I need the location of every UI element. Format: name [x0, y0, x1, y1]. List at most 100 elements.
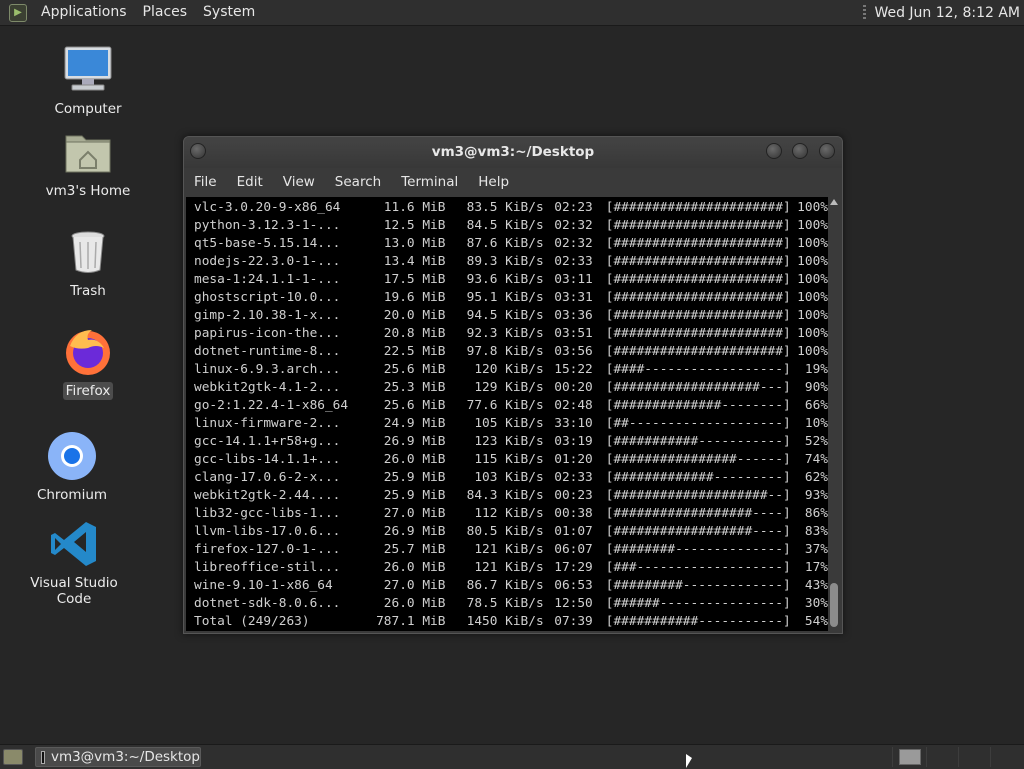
workspace-1-icon[interactable] — [899, 749, 921, 765]
eta: 03:56 — [554, 344, 593, 359]
workspace-cell[interactable] — [926, 747, 957, 767]
show-desktop-icon[interactable] — [3, 749, 23, 765]
package-name: nodejs-22.3.0-1-... — [194, 254, 341, 269]
progress-bar-text: [#########-------------] — [605, 578, 791, 593]
percent: 83% — [804, 524, 828, 539]
eta: 00:38 — [554, 506, 593, 521]
package-name: firefox-127.0-1-... — [194, 542, 341, 557]
package-size: 26.9 MiB — [383, 434, 446, 449]
computer-icon — [62, 44, 114, 96]
menu-system[interactable]: System — [195, 0, 263, 25]
percent: 30% — [804, 596, 828, 611]
desktop-icon-chromium[interactable]: Chromium — [17, 430, 127, 504]
package-size: 17.5 MiB — [383, 272, 446, 287]
eta: 00:23 — [554, 488, 593, 503]
maximize-icon[interactable] — [792, 143, 808, 159]
window-title: vm3@vm3:~/Desktop — [431, 144, 595, 160]
package-name: papirus-icon-the... — [194, 326, 341, 341]
eta: 03:31 — [554, 290, 593, 305]
download-row: papirus-icon-the... 20.8 MiB 92.3 KiB/s 03:… — [194, 325, 828, 343]
download-speed: 95.1 KiB/s — [466, 290, 544, 305]
package-name: qt5-base-5.15.14... — [194, 236, 341, 251]
download-speed: 120 KiB/s — [474, 362, 544, 377]
download-row: gcc-14.1.1+r58+g... 26.9 MiB 123 KiB/s 03:1… — [194, 433, 828, 451]
download-row: linux-firmware-2... 24.9 MiB 105 KiB/s 33:1… — [194, 415, 828, 433]
package-size: 12.5 MiB — [383, 218, 446, 233]
desktop-icon-label: Computer — [54, 101, 122, 117]
progress-bar-text: [##--------------------] — [605, 416, 791, 431]
window-titlebar[interactable]: vm3@vm3:~/Desktop — [184, 137, 842, 168]
terminal-output[interactable]: vlc-3.0.20-9-x86_64 11.6 MiB 83.5 KiB/s 02:… — [186, 197, 828, 631]
download-speed: 83.5 KiB/s — [466, 200, 544, 215]
menu-places[interactable]: Places — [135, 0, 196, 25]
percent: 100% — [797, 200, 828, 215]
taskbar-button-terminal[interactable]: vm3@vm3:~/Desktop — [35, 747, 201, 767]
package-size: 19.6 MiB — [383, 290, 446, 305]
download-row: go-2:1.22.4-1-x86_64 25.6 MiB 77.6 KiB/s 02… — [194, 397, 828, 415]
mate-menu-icon[interactable]: ▶ — [9, 3, 27, 22]
download-row: python-3.12.3-1-... 12.5 MiB 84.5 KiB/s 02:… — [194, 217, 828, 235]
eta: 03:36 — [554, 308, 593, 323]
desktop-icon-computer[interactable]: Computer — [33, 44, 143, 118]
desktop-icon-trash[interactable]: Trash — [33, 226, 143, 300]
menu-applications[interactable]: Applications — [33, 0, 135, 25]
package-name: dotnet-runtime-8... — [194, 344, 341, 359]
eta: 33:10 — [554, 416, 593, 431]
progress-bar-text: [###-------------------] — [605, 560, 791, 575]
progress-bar-text: [######################] — [605, 236, 791, 251]
clock[interactable]: Wed Jun 12, 8:12 AM — [874, 5, 1020, 21]
minimize-icon[interactable] — [766, 143, 782, 159]
eta: 01:07 — [554, 524, 593, 539]
download-speed: 87.6 KiB/s — [466, 236, 544, 251]
download-row: qt5-base-5.15.14... 13.0 MiB 87.6 KiB/s 02:… — [194, 235, 828, 253]
download-row: dotnet-sdk-8.0.6... 26.0 MiB 78.5 KiB/s 12:… — [194, 595, 828, 613]
package-size: 26.9 MiB — [383, 524, 446, 539]
download-speed: 80.5 KiB/s — [466, 524, 544, 539]
package-size: 13.0 MiB — [383, 236, 446, 251]
percent: 100% — [797, 272, 828, 287]
eta: 12:50 — [554, 596, 593, 611]
menu-file[interactable]: File — [184, 168, 227, 196]
download-row: gimp-2.10.38-1-x... 20.0 MiB 94.5 KiB/s 03:… — [194, 307, 828, 325]
percent: 100% — [797, 218, 828, 233]
percent: 66% — [804, 398, 828, 413]
download-speed: 97.8 KiB/s — [466, 344, 544, 359]
download-speed: 1450 KiB/s — [466, 614, 544, 629]
menu-search[interactable]: Search — [325, 168, 391, 196]
menu-terminal[interactable]: Terminal — [391, 168, 468, 196]
package-size: 787.1 MiB — [376, 614, 446, 629]
percent: 93% — [804, 488, 828, 503]
desktop-icon-vscode[interactable]: Visual Studio Code — [19, 518, 129, 608]
package-size: 25.7 MiB — [383, 542, 446, 557]
eta: 06:53 — [554, 578, 593, 593]
menu-help[interactable]: Help — [468, 168, 519, 196]
package-size: 25.6 MiB — [383, 398, 446, 413]
percent: 100% — [797, 344, 828, 359]
download-speed: 112 KiB/s — [474, 506, 544, 521]
terminal-scrollbar[interactable] — [828, 197, 840, 631]
top-panel: ▶ Applications Places System Wed Jun 12,… — [0, 0, 1024, 26]
window-menu-icon[interactable] — [190, 143, 206, 159]
package-name: libreoffice-stil... — [194, 560, 341, 575]
close-icon[interactable] — [819, 143, 835, 159]
scrollbar-thumb[interactable] — [830, 583, 838, 627]
scroll-up-arrow-icon[interactable] — [830, 199, 838, 205]
desktop-icon-label: Firefox — [62, 382, 114, 400]
terminal-menubar: File Edit View Search Terminal Help — [184, 168, 842, 196]
package-name: llvm-libs-17.0.6... — [194, 524, 341, 539]
terminal-window[interactable]: vm3@vm3:~/Desktop File Edit View Search … — [183, 136, 843, 634]
menu-view[interactable]: View — [273, 168, 325, 196]
menu-edit[interactable]: Edit — [227, 168, 273, 196]
desktop-icon-home[interactable]: vm3's Home — [33, 126, 143, 200]
progress-bar-text: [####------------------] — [605, 362, 791, 377]
workspace-cell[interactable] — [990, 747, 1021, 767]
download-row: lib32-gcc-libs-1... 27.0 MiB 112 KiB/s 00:3… — [194, 505, 828, 523]
package-size: 22.5 MiB — [383, 344, 446, 359]
percent: 62% — [804, 470, 828, 485]
workspace-cell[interactable] — [958, 747, 989, 767]
download-speed: 121 KiB/s — [474, 542, 544, 557]
eta: 17:29 — [554, 560, 593, 575]
download-speed: 94.5 KiB/s — [466, 308, 544, 323]
percent: 100% — [797, 308, 828, 323]
desktop-icon-firefox[interactable]: Firefox — [33, 326, 143, 400]
